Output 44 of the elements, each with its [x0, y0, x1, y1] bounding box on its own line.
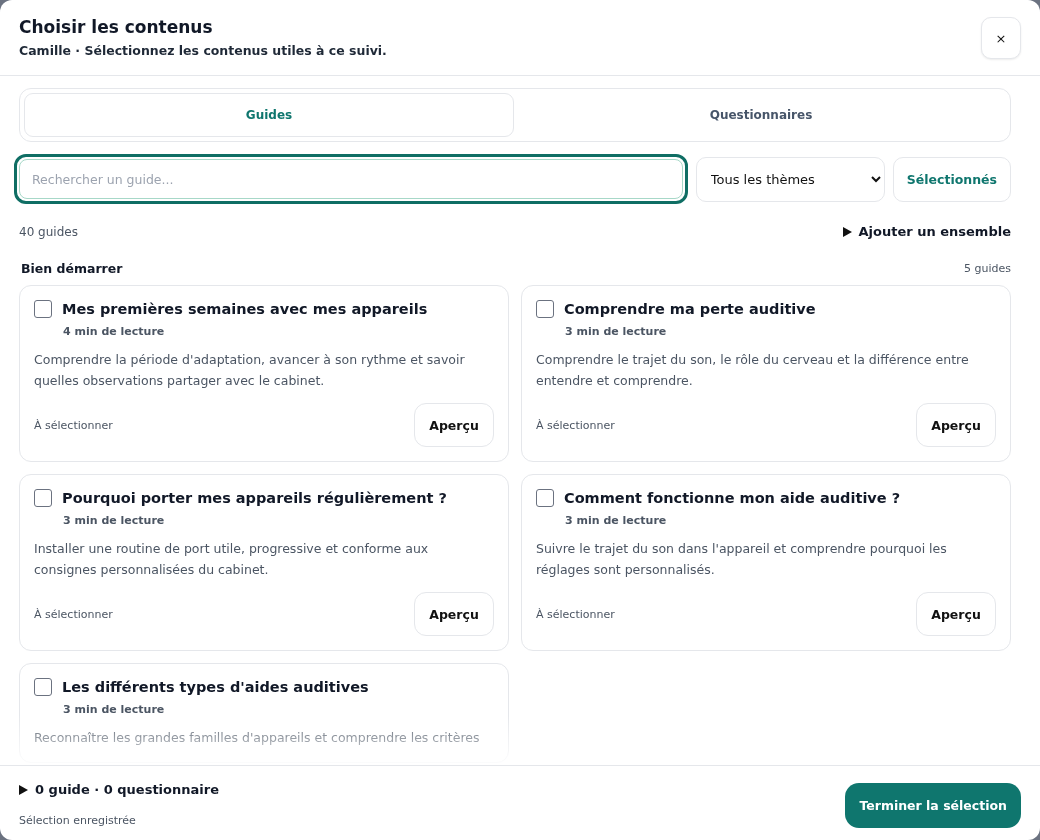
- triangle-icon: [19, 784, 28, 795]
- triangle-icon: [842, 226, 852, 237]
- checkbox[interactable]: [536, 489, 554, 507]
- guide-description: Installer une routine de port utile, progressive et conforme aux consignes personnalisées du cabinet.: [34, 540, 430, 579]
- selection-summary-toggle[interactable]: 0 guide · 0 questionnaire: [19, 782, 219, 797]
- section-title: Bien démarrer: [21, 261, 123, 276]
- finish-button[interactable]: Terminer la sélection: [845, 782, 1021, 828]
- checkbox[interactable]: [536, 300, 554, 318]
- guide-title: Comment fonctionne mon aide auditive ?: [564, 490, 901, 506]
- section-count: 5 guides: [964, 262, 1011, 275]
- guide-title: Comprendre ma perte auditive: [564, 301, 816, 317]
- dialog-subtitle: Camille · Sélectionnez les contenus utiles à ce suivi.: [19, 43, 387, 58]
- reading-time: 4 min de lecture: [63, 325, 165, 338]
- save-status: Sélection enregistrée: [19, 814, 136, 827]
- guide-description: Suivre le trajet du son dans l'appareil et comprendre pourquoi les réglages sont personnalisés.: [536, 540, 948, 579]
- close-button[interactable]: ×: [981, 17, 1021, 59]
- selection-status: À sélectionner: [536, 607, 615, 621]
- guide-description: Comprendre le trajet du son, le rôle du cerveau et la différence entre entendre et comprendre.: [536, 351, 970, 390]
- checkbox[interactable]: [34, 489, 52, 507]
- reading-time: 3 min de lecture: [63, 514, 165, 527]
- preview-button[interactable]: Aperçu: [414, 592, 494, 636]
- reading-time: 3 min de lecture: [565, 514, 667, 527]
- guide-description: Reconnaître les grandes familles d'appareils et comprendre les critères: [34, 729, 481, 747]
- reading-time: 3 min de lecture: [565, 325, 667, 338]
- guide-count: 40 guides: [19, 224, 78, 239]
- checkbox[interactable]: [34, 300, 52, 318]
- guide-title: Pourquoi porter mes appareils régulièrement ?: [62, 490, 447, 506]
- preview-button[interactable]: Aperçu: [916, 403, 996, 447]
- selected-filter-button[interactable]: Sélectionnés: [892, 156, 1011, 202]
- preview-button[interactable]: Aperçu: [916, 592, 996, 636]
- theme-select[interactable]: Tous les thèmes: [695, 156, 885, 202]
- selection-status: À sélectionner: [34, 607, 113, 621]
- tab[interactable]: Guides: [24, 93, 514, 137]
- add-set-toggle[interactable]: Ajouter un ensemble: [842, 224, 1011, 239]
- preview-button[interactable]: Aperçu: [414, 403, 494, 447]
- guide-description: Comprendre la période d'adaptation, avancer à son rythme et savoir quelles observations partager avec le cabinet.: [34, 351, 466, 390]
- guide-title: Mes premières semaines avec mes appareils: [62, 301, 428, 317]
- guide-title: Les différents types d'aides auditives: [62, 679, 369, 695]
- dialog-title: Choisir les contenus: [19, 17, 214, 37]
- search-field[interactable]: Rechercher un guide...: [14, 154, 688, 204]
- reading-time: 3 min de lecture: [63, 703, 165, 716]
- selection-status: À sélectionner: [536, 418, 615, 432]
- checkbox[interactable]: [34, 678, 52, 696]
- selection-status: À sélectionner: [34, 418, 113, 432]
